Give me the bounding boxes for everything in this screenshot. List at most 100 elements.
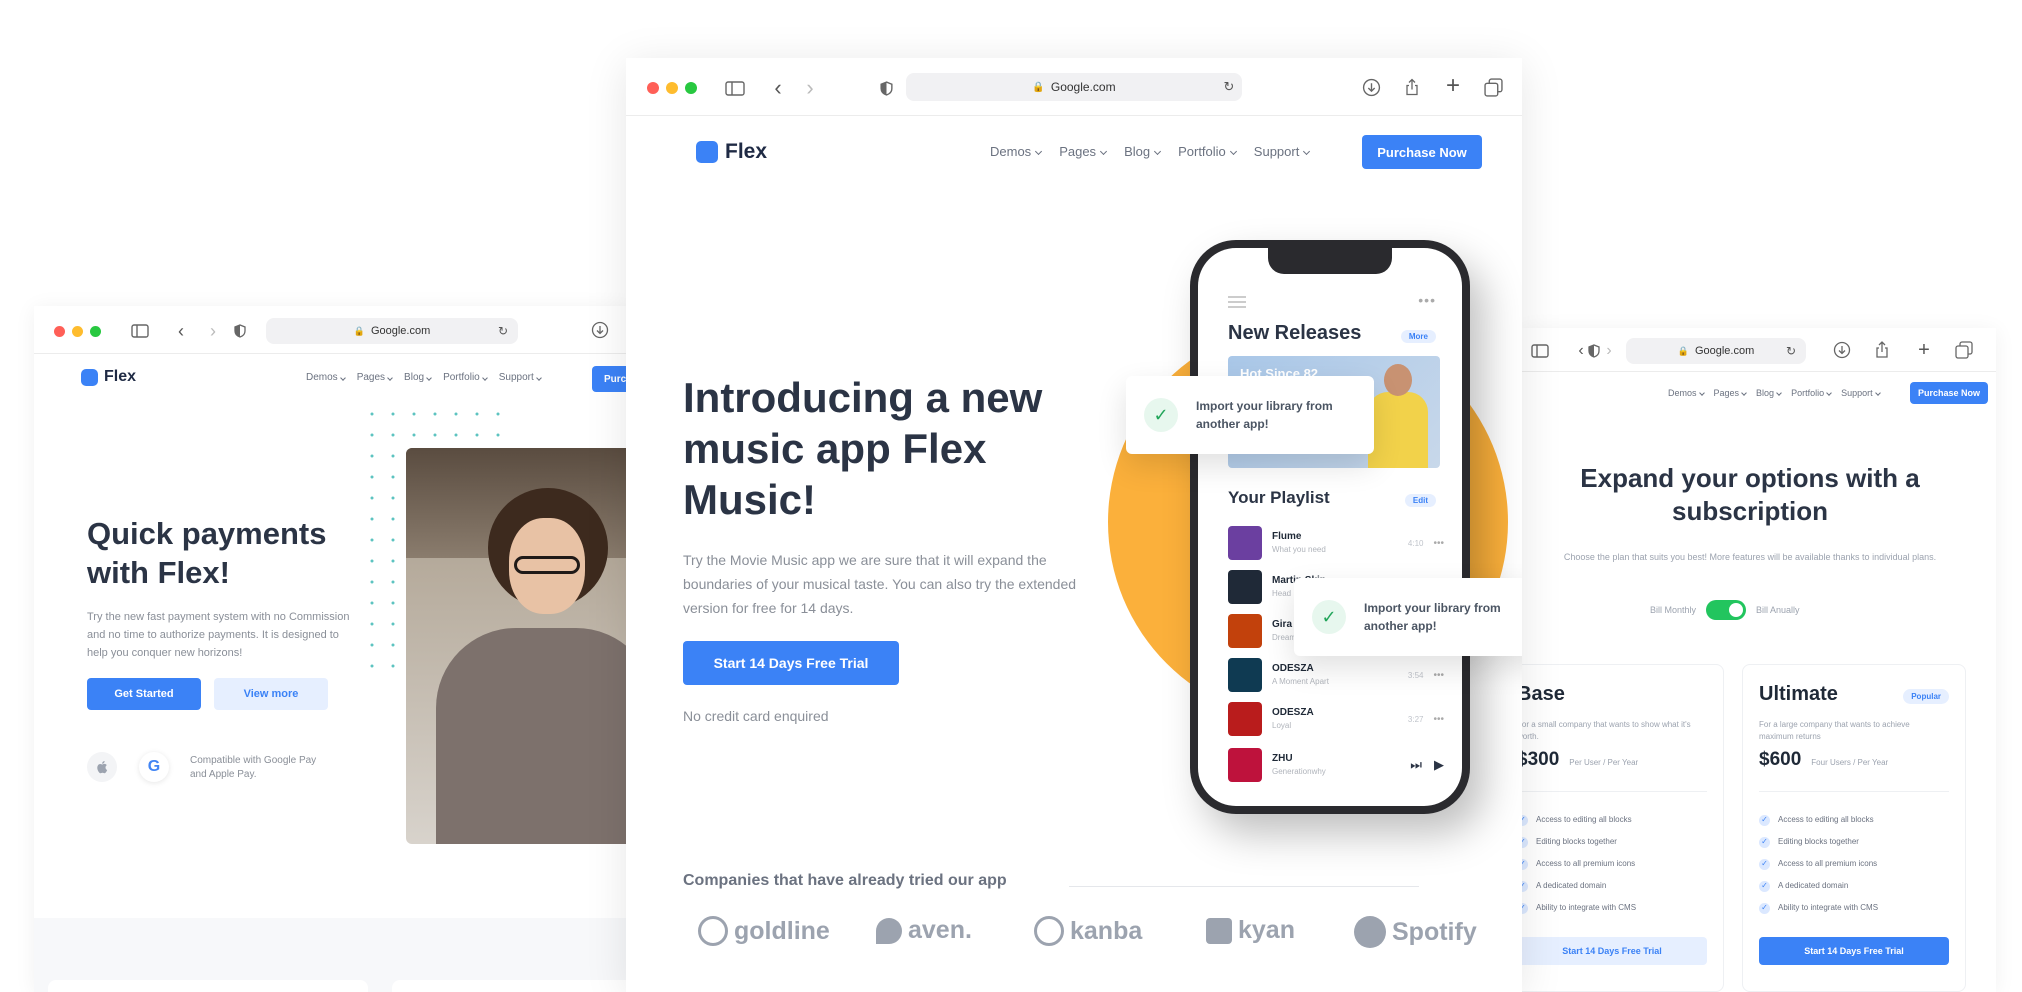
more-badge[interactable]: More bbox=[1400, 330, 1436, 343]
get-started-button[interactable]: Get Started bbox=[87, 678, 201, 710]
back-arrow-icon[interactable]: ‹ bbox=[1576, 342, 1586, 360]
nav-label: Demos bbox=[306, 372, 338, 383]
purchase-button[interactable]: Purchase Now bbox=[1910, 382, 1988, 404]
chevron-down-icon bbox=[1035, 147, 1043, 156]
minimize-window-button[interactable] bbox=[72, 326, 83, 337]
address-bar[interactable]: 🔒 Google.com bbox=[266, 318, 518, 344]
sidebar-toggle-icon[interactable] bbox=[130, 322, 150, 340]
playlist-track[interactable]: Flume What you need 4:10 ••• bbox=[1228, 526, 1444, 560]
share-icon[interactable] bbox=[1872, 340, 1892, 360]
nav-blog[interactable]: Blog bbox=[1756, 388, 1782, 398]
track-subtitle: Loyal bbox=[1272, 721, 1292, 730]
nav-portfolio[interactable]: Portfolio bbox=[1791, 388, 1832, 398]
no-credit-card-text: No credit card enquired bbox=[683, 708, 829, 724]
track-more-icon[interactable]: ••• bbox=[1433, 670, 1444, 681]
track-artwork bbox=[1228, 526, 1262, 560]
shield-icon[interactable] bbox=[878, 78, 894, 98]
nav-pages[interactable]: Pages bbox=[357, 372, 393, 383]
plan-price: $600 bbox=[1759, 749, 1802, 770]
close-window-button[interactable] bbox=[647, 82, 659, 94]
import-library-toast[interactable]: ✓ Import your library from another app! bbox=[1294, 578, 1522, 656]
download-icon[interactable] bbox=[1832, 340, 1852, 360]
nav-label: Blog bbox=[404, 372, 425, 383]
nav-demos[interactable]: Demos bbox=[306, 372, 346, 383]
share-icon[interactable] bbox=[1402, 76, 1422, 98]
reload-icon[interactable]: ↻ bbox=[496, 323, 510, 339]
forward-arrow-icon[interactable]: › bbox=[206, 321, 220, 341]
shield-icon[interactable] bbox=[1586, 342, 1602, 360]
nav-demos[interactable]: Demos bbox=[990, 144, 1043, 159]
forward-arrow-icon[interactable]: › bbox=[1604, 342, 1614, 360]
hamburger-menu-icon[interactable] bbox=[1228, 296, 1246, 308]
nav-support[interactable]: Support bbox=[499, 372, 542, 383]
purchase-now-button[interactable]: Purchase Now bbox=[1362, 135, 1482, 169]
reload-icon[interactable]: ↻ bbox=[1222, 79, 1236, 95]
nav-pages[interactable]: Pages bbox=[1714, 388, 1747, 398]
nav-support[interactable]: Support bbox=[1254, 144, 1311, 159]
lock-icon: 🔒 bbox=[353, 325, 365, 336]
title-line: with Flex! bbox=[87, 555, 230, 590]
site-logo[interactable]: Flex bbox=[696, 140, 767, 164]
main-nav: Demos Pages Blog Portfolio Support bbox=[306, 372, 542, 383]
featured-person-shape bbox=[1368, 392, 1428, 468]
import-library-toast[interactable]: ✓ Import your library from another app! bbox=[1126, 376, 1374, 454]
check-icon: ✓ bbox=[1759, 880, 1770, 892]
playlist-track[interactable]: ODESZA A Moment Apart 3:54 ••• bbox=[1228, 658, 1444, 692]
kyan-logo-icon bbox=[1206, 917, 1232, 944]
playlist-track[interactable]: ODESZA Loyal 3:27 ••• bbox=[1228, 702, 1444, 736]
download-icon[interactable] bbox=[1360, 76, 1382, 98]
checkmark-icon: ✓ bbox=[1144, 398, 1178, 432]
track-title: ODESZA bbox=[1272, 663, 1314, 674]
shield-icon[interactable] bbox=[232, 322, 248, 340]
minimize-window-button[interactable] bbox=[666, 82, 678, 94]
tab-overview-icon[interactable] bbox=[1954, 340, 1974, 360]
play-icon[interactable]: ▶ bbox=[1434, 757, 1444, 773]
nav-portfolio[interactable]: Portfolio bbox=[1178, 144, 1237, 159]
nav-demos[interactable]: Demos bbox=[1668, 388, 1705, 398]
sidebar-toggle-icon[interactable] bbox=[724, 78, 746, 98]
sidebar-toggle-icon[interactable] bbox=[1530, 342, 1550, 360]
billing-toggle[interactable] bbox=[1706, 600, 1747, 620]
featured-head-shape bbox=[1384, 364, 1412, 396]
maximize-window-button[interactable] bbox=[90, 326, 101, 337]
plan-card-base: Base For a small company that wants to s… bbox=[1520, 664, 1724, 992]
view-more-button[interactable]: View more bbox=[214, 678, 328, 710]
nav-support[interactable]: Support bbox=[1841, 388, 1881, 398]
track-title: ODESZA bbox=[1272, 707, 1314, 718]
skip-forward-icon[interactable]: ⏭ bbox=[1410, 757, 1422, 773]
download-icon[interactable] bbox=[590, 320, 610, 340]
close-window-button[interactable] bbox=[54, 326, 65, 337]
new-tab-icon[interactable]: + bbox=[1442, 72, 1464, 99]
reload-icon[interactable]: ↻ bbox=[1784, 343, 1798, 359]
address-bar[interactable]: 🔒 Google.com bbox=[1626, 338, 1806, 364]
forward-arrow-icon[interactable]: › bbox=[802, 75, 818, 100]
playlist-heading: Your Playlist bbox=[1228, 488, 1330, 507]
now-playing-track[interactable]: ZHU Generationwhy ⏭ ▶ bbox=[1228, 748, 1444, 782]
title-line: Quick payments bbox=[87, 516, 327, 551]
back-arrow-icon[interactable]: ‹ bbox=[770, 75, 786, 100]
tab-overview-icon[interactable] bbox=[1482, 76, 1504, 98]
goldline-logo-icon bbox=[698, 916, 728, 946]
plan-cta-button[interactable]: Start 14 Days Free Trial bbox=[1759, 937, 1949, 965]
edit-badge[interactable]: Edit bbox=[1404, 494, 1436, 507]
bill-annually-label: Bill Anually bbox=[1756, 605, 1800, 615]
back-arrow-icon[interactable]: ‹ bbox=[174, 321, 188, 341]
nav-blog[interactable]: Blog bbox=[1124, 144, 1162, 159]
site-logo[interactable]: Flex bbox=[81, 368, 136, 386]
nav-portfolio[interactable]: Portfolio bbox=[443, 372, 488, 383]
plan-divider bbox=[1520, 791, 1707, 792]
track-more-icon[interactable]: ••• bbox=[1433, 538, 1444, 549]
nav-pages[interactable]: Pages bbox=[1059, 144, 1108, 159]
maximize-window-button[interactable] bbox=[685, 82, 697, 94]
start-free-trial-button[interactable]: Start 14 Days Free Trial bbox=[683, 641, 899, 685]
feature-label: Access to all premium icons bbox=[1536, 859, 1636, 868]
new-tab-icon[interactable]: + bbox=[1914, 339, 1934, 361]
address-bar[interactable]: 🔒 Google.com bbox=[906, 73, 1242, 101]
toggle-knob bbox=[1729, 603, 1744, 617]
track-more-icon[interactable]: ••• bbox=[1433, 714, 1444, 725]
plan-cta-button[interactable]: Start 14 Days Free Trial bbox=[1520, 937, 1707, 965]
button-label: Start 14 Days Free Trial bbox=[713, 655, 869, 671]
left-browser-window: ‹ › 🔒 Google.com ↻ Flex Demos Pages Blog… bbox=[34, 306, 634, 992]
more-options-icon[interactable]: ••• bbox=[1418, 292, 1436, 308]
nav-blog[interactable]: Blog bbox=[404, 372, 432, 383]
